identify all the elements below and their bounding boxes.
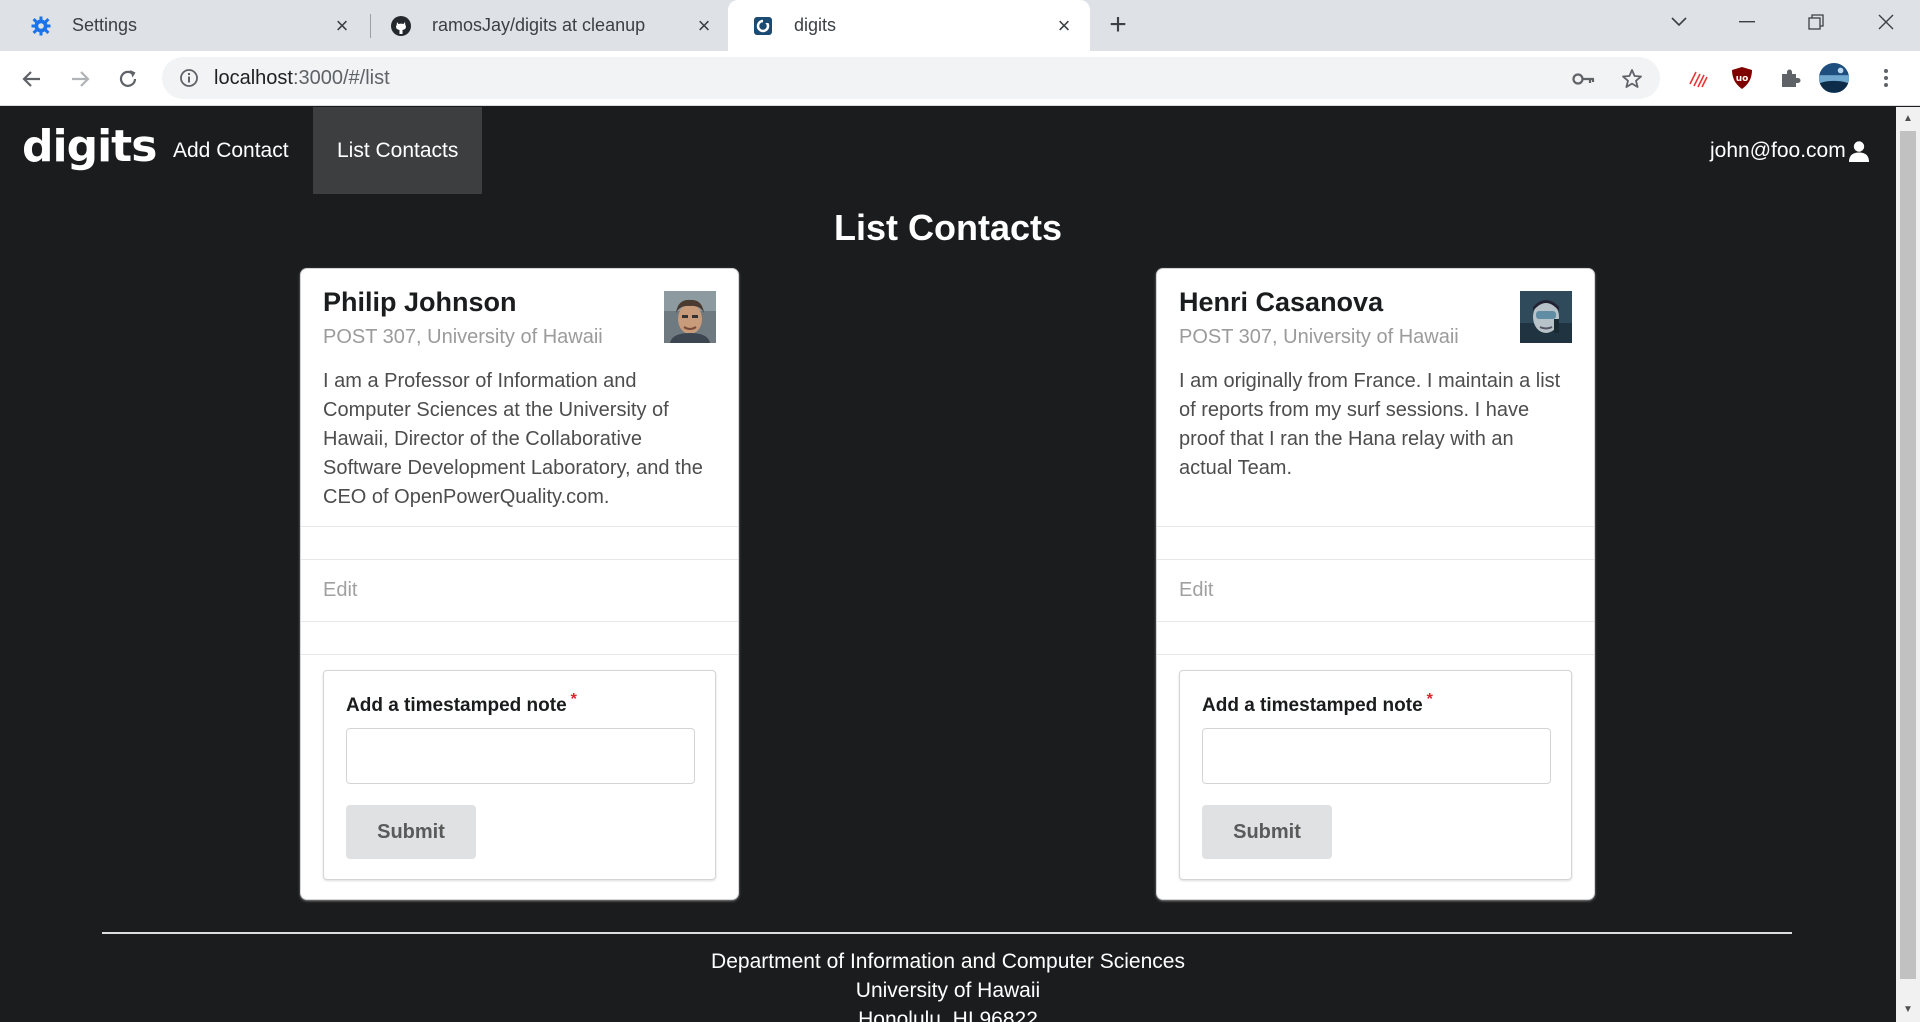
- minimize-button[interactable]: [1713, 0, 1781, 44]
- tab-title: digits: [794, 15, 837, 35]
- tab-github[interactable]: ramosJay/digits at cleanup ×: [360, 0, 730, 51]
- card-content: Henri Casanova POST 307, University of H…: [1179, 287, 1571, 483]
- required-marker: *: [1426, 691, 1433, 708]
- nav-add-contact[interactable]: Add Contact: [149, 107, 313, 194]
- nav-list-contacts[interactable]: List Contacts: [313, 107, 483, 194]
- brand-logo[interactable]: digits: [22, 121, 157, 172]
- page-title: List Contacts: [833, 207, 1063, 248]
- card-divider: [1157, 621, 1594, 622]
- note-label: Add a timestamped note *: [346, 691, 577, 717]
- restore-button[interactable]: [1782, 0, 1850, 44]
- key-icon[interactable]: [1572, 67, 1596, 91]
- footer-divider: [102, 932, 1792, 934]
- card-divider: [301, 654, 738, 655]
- contact-photo: [664, 291, 716, 343]
- tab-settings[interactable]: Settings ×: [0, 0, 368, 51]
- scrollbar-thumb[interactable]: [1900, 131, 1916, 979]
- card-divider: [301, 526, 738, 527]
- contact-name: Philip Johnson: [323, 287, 517, 317]
- note-label-text: Add a timestamped note: [1202, 695, 1423, 716]
- close-icon[interactable]: ×: [1052, 13, 1076, 38]
- submit-button[interactable]: Submit: [346, 805, 476, 859]
- edit-link[interactable]: Edit: [1179, 579, 1213, 602]
- note-label-text: Add a timestamped note: [346, 695, 567, 716]
- digits-favicon: [752, 15, 774, 37]
- github-icon: [390, 15, 412, 37]
- close-icon[interactable]: ×: [692, 13, 716, 38]
- tab-title: ramosJay/digits at cleanup: [432, 15, 646, 35]
- note-input[interactable]: [1202, 728, 1551, 784]
- footer-line: Honolulu, HI 96822: [858, 1008, 1038, 1022]
- star-icon[interactable]: [1620, 67, 1644, 91]
- card-divider: [1157, 526, 1594, 527]
- card-divider: [1157, 654, 1594, 655]
- extension-stripes-icon[interactable]: [1682, 62, 1714, 94]
- contact-name: Henri Casanova: [1179, 287, 1384, 317]
- note-label: Add a timestamped note *: [1202, 691, 1433, 717]
- back-button[interactable]: [16, 63, 48, 95]
- footer-line: University of Hawaii: [855, 979, 1041, 1002]
- note-input[interactable]: [346, 728, 695, 784]
- profile-avatar-icon[interactable]: [1818, 62, 1850, 94]
- tab-search-button[interactable]: [1645, 0, 1713, 44]
- page-viewport: digits Add Contact List Contacts john@fo…: [0, 107, 1896, 1022]
- url-text: localhost:3000/#/list: [214, 57, 390, 99]
- add-note-form: Add a timestamped note * Submit: [323, 670, 716, 880]
- contact-address: POST 307, University of Hawaii: [323, 326, 603, 348]
- ublock-icon[interactable]: uo: [1726, 62, 1758, 94]
- card-divider: [1157, 559, 1594, 560]
- card-content: Philip Johnson POST 307, University of H…: [323, 287, 715, 512]
- forward-button[interactable]: [64, 63, 96, 95]
- browser-toolbar: localhost:3000/#/list: [0, 51, 1920, 106]
- top-menu: digits Add Contact List Contacts john@fo…: [0, 107, 1896, 194]
- card-divider: [301, 559, 738, 560]
- page-scrollbar[interactable]: ▲ ▼: [1896, 107, 1920, 1022]
- extensions-puzzle-icon[interactable]: [1774, 62, 1806, 94]
- scroll-down-arrow[interactable]: ▼: [1902, 1004, 1914, 1016]
- contact-description: I am a Professor of Information and Comp…: [323, 370, 703, 508]
- contact-card: Philip Johnson POST 307, University of H…: [301, 269, 738, 899]
- tab-title: Settings: [72, 15, 138, 35]
- user-icon: [1848, 140, 1869, 162]
- contact-description: I am originally from France. I maintain …: [1179, 370, 1561, 479]
- contact-card: Henri Casanova POST 307, University of H…: [1157, 269, 1594, 899]
- user-menu[interactable]: john@foo.com: [1710, 107, 1870, 194]
- tab-digits[interactable]: digits ×: [728, 0, 1090, 51]
- required-marker: *: [570, 691, 577, 708]
- info-icon[interactable]: [178, 67, 200, 89]
- contact-photo: [1520, 291, 1572, 343]
- card-divider: [301, 621, 738, 622]
- tab-strip: Settings × ramosJay/digits at cleanup × …: [0, 0, 1920, 51]
- close-window-button[interactable]: [1852, 0, 1920, 44]
- user-email: john@foo.com: [1710, 139, 1846, 162]
- add-note-form: Add a timestamped note * Submit: [1179, 670, 1572, 880]
- url-path: :3000/#/list: [292, 67, 390, 89]
- url-host: localhost: [214, 67, 293, 89]
- close-icon[interactable]: ×: [330, 13, 354, 38]
- reload-button[interactable]: [112, 63, 144, 95]
- address-bar[interactable]: localhost:3000/#/list: [162, 57, 1660, 99]
- edit-link[interactable]: Edit: [323, 579, 357, 602]
- contact-address: POST 307, University of Hawaii: [1179, 326, 1459, 348]
- gear-icon: [30, 15, 52, 37]
- submit-button[interactable]: Submit: [1202, 805, 1332, 859]
- scroll-up-arrow[interactable]: ▲: [1902, 113, 1914, 125]
- footer: Department of Information and Computer S…: [0, 947, 1896, 1022]
- chrome-menu-icon[interactable]: [1870, 62, 1902, 94]
- svg-text:uo: uo: [1736, 74, 1749, 84]
- footer-line: Department of Information and Computer S…: [711, 950, 1185, 973]
- new-tab-button[interactable]: +: [1104, 10, 1132, 40]
